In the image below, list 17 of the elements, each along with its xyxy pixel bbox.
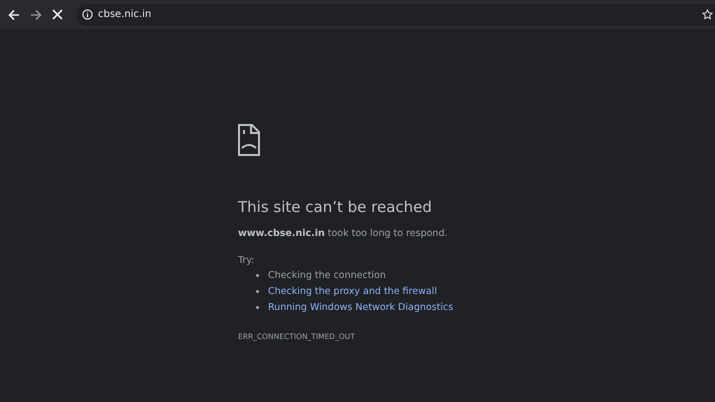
back-icon[interactable]: [8, 8, 20, 20]
error-message: www.cbse.nic.in took too long to respond.: [238, 228, 448, 239]
forward-icon[interactable]: [30, 8, 42, 20]
error-title: This site can’t be reached: [238, 198, 432, 216]
close-icon[interactable]: [52, 9, 63, 20]
sad-page-icon: [238, 124, 260, 156]
bullet-icon: [256, 274, 259, 277]
suggestion-text: Checking the connection: [268, 270, 386, 281]
bookmark-star-icon[interactable]: [702, 9, 713, 20]
bullet-icon: [256, 306, 259, 309]
url-text: cbse.nic.in: [98, 9, 152, 20]
address-bar[interactable]: cbse.nic.in: [76, 4, 715, 26]
info-icon: [82, 9, 93, 20]
try-label: Try:: [238, 255, 254, 266]
bullet-icon: [256, 290, 259, 293]
suggestion-link[interactable]: Checking the proxy and the firewall: [268, 286, 437, 297]
suggestion-link[interactable]: Running Windows Network Diagnostics: [268, 302, 454, 313]
